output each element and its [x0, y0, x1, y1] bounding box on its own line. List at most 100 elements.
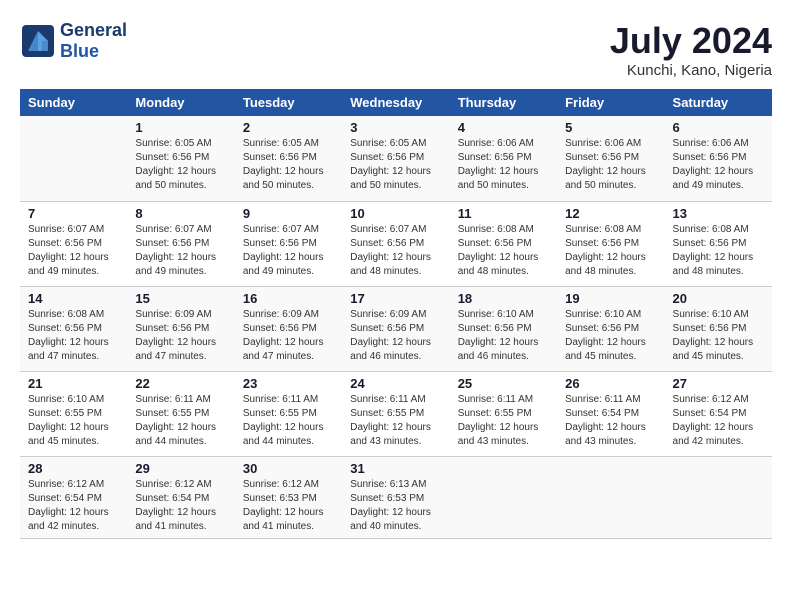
- title-block: July 2024 Kunchi, Kano, Nigeria: [610, 20, 772, 79]
- calendar-table: SundayMondayTuesdayWednesdayThursdayFrid…: [20, 89, 772, 539]
- logo-text: General Blue: [60, 20, 127, 62]
- day-number: 11: [458, 206, 549, 221]
- calendar-cell: 20 Sunrise: 6:10 AM Sunset: 6:56 PM Dayli…: [665, 286, 772, 371]
- day-info: Sunrise: 6:06 AM Sunset: 6:56 PM Dayligh…: [458, 137, 549, 193]
- calendar-cell: 6 Sunrise: 6:06 AM Sunset: 6:56 PM Daylig…: [665, 116, 772, 201]
- day-number: 23: [243, 376, 334, 391]
- calendar-cell: 2Sunrise: 6:05 AM Sunset: 6:56 PM Daylig…: [235, 116, 342, 201]
- calendar-cell: 11 Sunrise: 6:08 AM Sunset: 6:56 PM Dayli…: [450, 201, 557, 286]
- calendar-cell: 19Sunrise: 6:10 AM Sunset: 6:56 PM Dayli…: [557, 286, 664, 371]
- calendar-cell: 22 Sunrise: 6:11 AM Sunset: 6:55 PM Dayli…: [127, 371, 234, 456]
- day-number: 27: [673, 376, 764, 391]
- calendar-cell: [557, 456, 664, 538]
- day-info: Sunrise: 6:09 AM Sunset: 6:56 PM Dayligh…: [135, 308, 226, 364]
- day-number: 15: [135, 291, 226, 306]
- week-row-1: 1Sunrise: 6:05 AM Sunset: 6:56 PM Daylig…: [20, 116, 772, 201]
- day-info: Sunrise: 6:10 AM Sunset: 6:56 PM Dayligh…: [673, 308, 764, 364]
- day-number: 31: [350, 461, 441, 476]
- day-header-wednesday: Wednesday: [342, 89, 449, 116]
- calendar-cell: 26 Sunrise: 6:11 AM Sunset: 6:54 PM Dayli…: [557, 371, 664, 456]
- day-number: 30: [243, 461, 334, 476]
- day-number: 4: [458, 120, 549, 135]
- calendar-cell: 15 Sunrise: 6:09 AM Sunset: 6:56 PM Dayli…: [127, 286, 234, 371]
- day-number: 16: [243, 291, 334, 306]
- day-number: 7: [28, 206, 119, 221]
- day-info: Sunrise: 6:11 AM Sunset: 6:55 PM Dayligh…: [350, 393, 441, 449]
- day-header-saturday: Saturday: [665, 89, 772, 116]
- day-info: Sunrise: 6:12 AM Sunset: 6:54 PM Dayligh…: [673, 393, 764, 449]
- day-info: Sunrise: 6:12 AM Sunset: 6:53 PM Dayligh…: [243, 478, 334, 534]
- day-info: Sunrise: 6:12 AM Sunset: 6:54 PM Dayligh…: [28, 478, 119, 534]
- day-info: Sunrise: 6:11 AM Sunset: 6:54 PM Dayligh…: [565, 393, 656, 449]
- day-info: Sunrise: 6:07 AM Sunset: 6:56 PM Dayligh…: [28, 223, 119, 279]
- calendar-cell: 17Sunrise: 6:09 AM Sunset: 6:56 PM Dayli…: [342, 286, 449, 371]
- calendar-cell: 23 Sunrise: 6:11 AM Sunset: 6:55 PM Dayli…: [235, 371, 342, 456]
- day-info: Sunrise: 6:11 AM Sunset: 6:55 PM Dayligh…: [135, 393, 226, 449]
- calendar-cell: [20, 116, 127, 201]
- day-info: Sunrise: 6:11 AM Sunset: 6:55 PM Dayligh…: [458, 393, 549, 449]
- day-info: Sunrise: 6:07 AM Sunset: 6:56 PM Dayligh…: [243, 223, 334, 279]
- calendar-cell: 18 Sunrise: 6:10 AM Sunset: 6:56 PM Dayli…: [450, 286, 557, 371]
- calendar-cell: 29 Sunrise: 6:12 AM Sunset: 6:54 PM Dayli…: [127, 456, 234, 538]
- day-info: Sunrise: 6:10 AM Sunset: 6:55 PM Dayligh…: [28, 393, 119, 449]
- day-number: 24: [350, 376, 441, 391]
- calendar-cell: 5 Sunrise: 6:06 AM Sunset: 6:56 PM Daylig…: [557, 116, 664, 201]
- day-header-thursday: Thursday: [450, 89, 557, 116]
- day-number: 26: [565, 376, 656, 391]
- day-info: Sunrise: 6:09 AM Sunset: 6:56 PM Dayligh…: [243, 308, 334, 364]
- day-info: Sunrise: 6:06 AM Sunset: 6:56 PM Dayligh…: [673, 137, 764, 193]
- week-row-4: 21 Sunrise: 6:10 AM Sunset: 6:55 PM Dayli…: [20, 371, 772, 456]
- day-header-friday: Friday: [557, 89, 664, 116]
- calendar-cell: 16 Sunrise: 6:09 AM Sunset: 6:56 PM Dayli…: [235, 286, 342, 371]
- week-row-2: 7 Sunrise: 6:07 AM Sunset: 6:56 PM Daylig…: [20, 201, 772, 286]
- day-number: 9: [243, 206, 334, 221]
- day-info: Sunrise: 6:07 AM Sunset: 6:56 PM Dayligh…: [350, 223, 441, 279]
- day-info: Sunrise: 6:06 AM Sunset: 6:56 PM Dayligh…: [565, 137, 656, 193]
- calendar-header: SundayMondayTuesdayWednesdayThursdayFrid…: [20, 89, 772, 116]
- day-number: 13: [673, 206, 764, 221]
- calendar-cell: 7 Sunrise: 6:07 AM Sunset: 6:56 PM Daylig…: [20, 201, 127, 286]
- day-number: 18: [458, 291, 549, 306]
- day-number: 5: [565, 120, 656, 135]
- calendar-cell: 24 Sunrise: 6:11 AM Sunset: 6:55 PM Dayli…: [342, 371, 449, 456]
- day-number: 2: [243, 120, 334, 135]
- day-number: 12: [565, 206, 656, 221]
- day-number: 6: [673, 120, 764, 135]
- day-number: 21: [28, 376, 119, 391]
- day-header-tuesday: Tuesday: [235, 89, 342, 116]
- day-number: 22: [135, 376, 226, 391]
- day-info: Sunrise: 6:11 AM Sunset: 6:55 PM Dayligh…: [243, 393, 334, 449]
- page-header: General Blue July 2024 Kunchi, Kano, Nig…: [20, 20, 772, 79]
- calendar-cell: [665, 456, 772, 538]
- calendar-cell: 31Sunrise: 6:13 AM Sunset: 6:53 PM Dayli…: [342, 456, 449, 538]
- day-info: Sunrise: 6:07 AM Sunset: 6:56 PM Dayligh…: [135, 223, 226, 279]
- logo-icon: [20, 23, 56, 59]
- calendar-cell: 25Sunrise: 6:11 AM Sunset: 6:55 PM Dayli…: [450, 371, 557, 456]
- day-info: Sunrise: 6:08 AM Sunset: 6:56 PM Dayligh…: [458, 223, 549, 279]
- calendar-cell: 10Sunrise: 6:07 AM Sunset: 6:56 PM Dayli…: [342, 201, 449, 286]
- week-row-3: 14Sunrise: 6:08 AM Sunset: 6:56 PM Dayli…: [20, 286, 772, 371]
- day-number: 20: [673, 291, 764, 306]
- calendar-cell: 8 Sunrise: 6:07 AM Sunset: 6:56 PM Daylig…: [127, 201, 234, 286]
- calendar-cell: 9 Sunrise: 6:07 AM Sunset: 6:56 PM Daylig…: [235, 201, 342, 286]
- day-info: Sunrise: 6:08 AM Sunset: 6:56 PM Dayligh…: [28, 308, 119, 364]
- day-number: 3: [350, 120, 441, 135]
- day-number: 17: [350, 291, 441, 306]
- calendar-cell: 28Sunrise: 6:12 AM Sunset: 6:54 PM Dayli…: [20, 456, 127, 538]
- day-number: 1: [135, 120, 226, 135]
- day-header-sunday: Sunday: [20, 89, 127, 116]
- calendar-cell: 3Sunrise: 6:05 AM Sunset: 6:56 PM Daylig…: [342, 116, 449, 201]
- calendar-cell: 14Sunrise: 6:08 AM Sunset: 6:56 PM Dayli…: [20, 286, 127, 371]
- day-number: 8: [135, 206, 226, 221]
- calendar-cell: [450, 456, 557, 538]
- day-header-monday: Monday: [127, 89, 234, 116]
- day-info: Sunrise: 6:10 AM Sunset: 6:56 PM Dayligh…: [458, 308, 549, 364]
- week-row-5: 28Sunrise: 6:12 AM Sunset: 6:54 PM Dayli…: [20, 456, 772, 538]
- calendar-cell: 30 Sunrise: 6:12 AM Sunset: 6:53 PM Dayli…: [235, 456, 342, 538]
- day-number: 29: [135, 461, 226, 476]
- calendar-cell: 27 Sunrise: 6:12 AM Sunset: 6:54 PM Dayli…: [665, 371, 772, 456]
- day-info: Sunrise: 6:08 AM Sunset: 6:56 PM Dayligh…: [673, 223, 764, 279]
- calendar-cell: 4 Sunrise: 6:06 AM Sunset: 6:56 PM Daylig…: [450, 116, 557, 201]
- day-info: Sunrise: 6:12 AM Sunset: 6:54 PM Dayligh…: [135, 478, 226, 534]
- calendar-cell: 12Sunrise: 6:08 AM Sunset: 6:56 PM Dayli…: [557, 201, 664, 286]
